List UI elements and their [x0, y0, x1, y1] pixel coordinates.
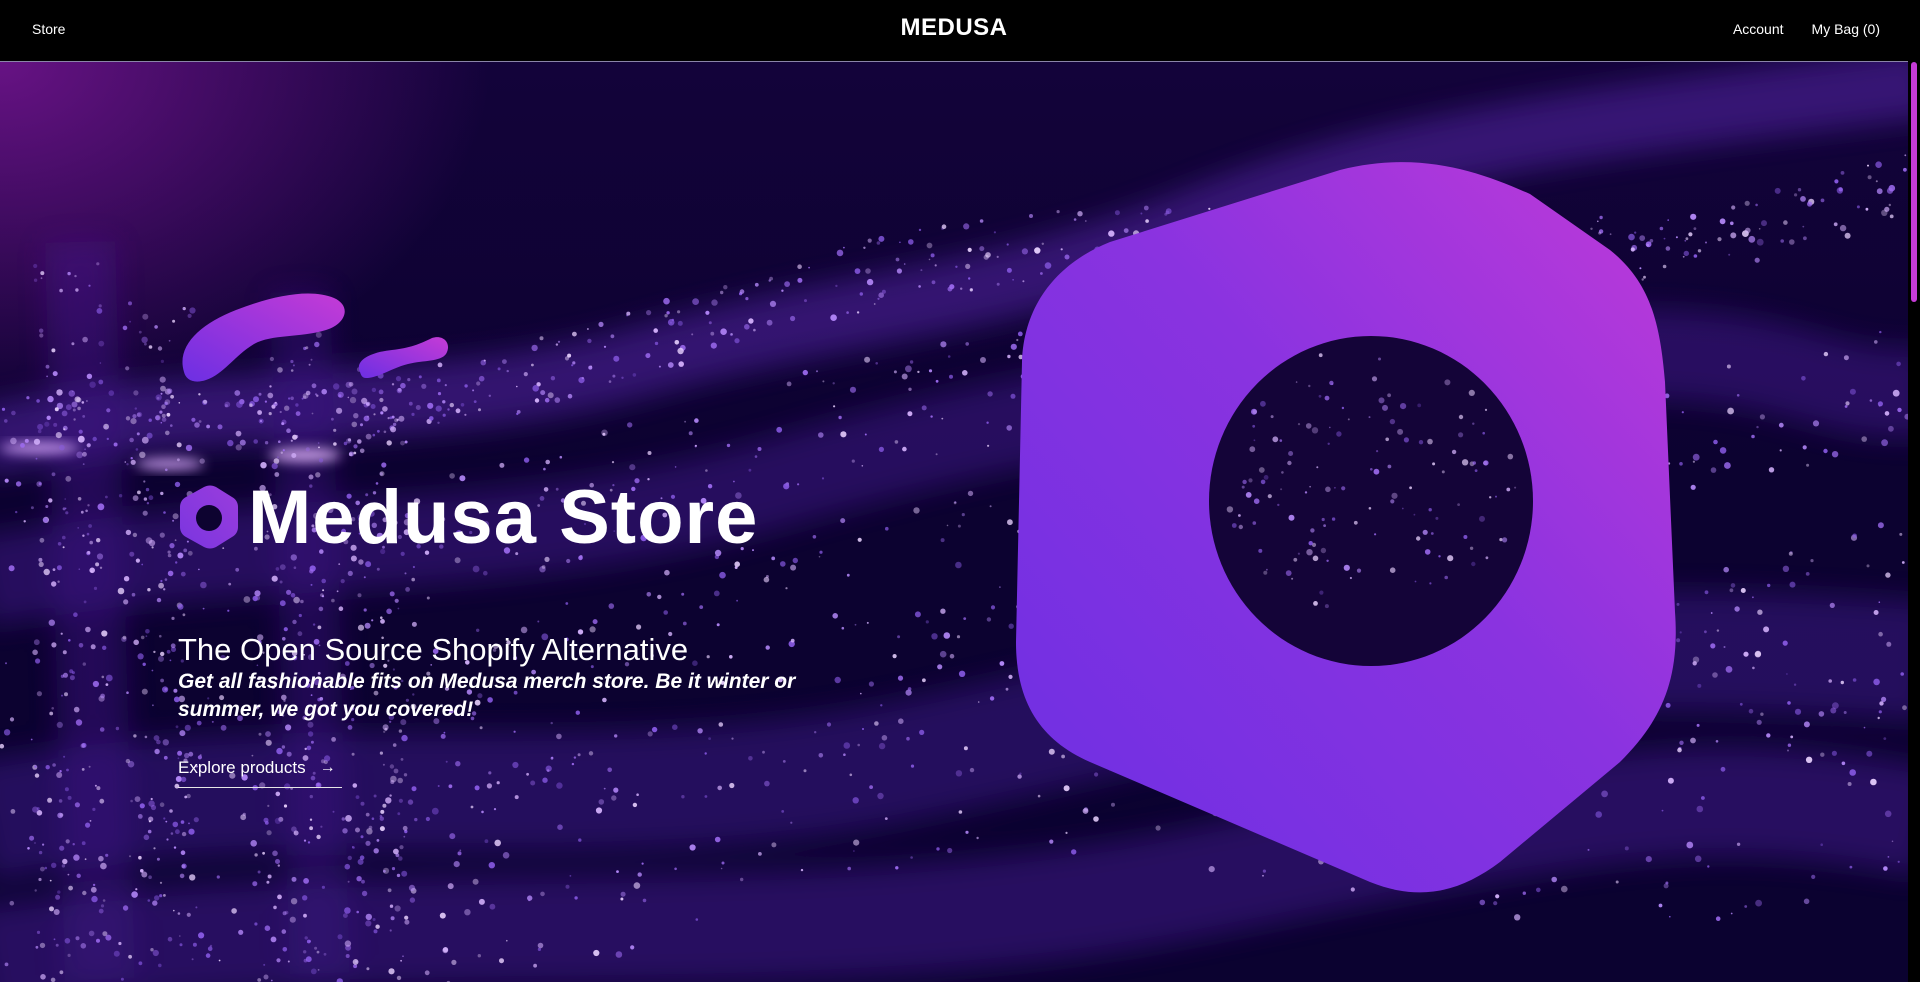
hero-title: Medusa Store: [248, 475, 759, 560]
hero-description: Get all fashionable fits on Medusa merch…: [178, 670, 796, 721]
medusa-hexagon-graphic: [1016, 162, 1676, 893]
medusa-logo-icon: [180, 485, 238, 549]
hero-logo-row: Medusa Store: [178, 480, 758, 556]
site-header: Store MEDUSA Account My Bag (0): [0, 0, 1908, 62]
brand-logo[interactable]: MEDUSA: [0, 14, 1908, 42]
arrow-right-icon: →: [319, 759, 336, 776]
nav-right: Account My Bag (0): [1733, 21, 1880, 37]
hero-section: Medusa Store The Open Source Shopify Alt…: [0, 62, 1908, 982]
explore-products-link[interactable]: Explore products →: [178, 758, 342, 788]
explore-products-label: Explore products: [178, 758, 306, 777]
nav-account-link[interactable]: Account: [1733, 21, 1784, 37]
scrollbar-thumb[interactable]: [1911, 62, 1917, 302]
hero-subtitle: The Open Source Shopify Alternative: [178, 632, 689, 667]
page-scrollbar[interactable]: [1908, 0, 1920, 982]
nav-bag-link[interactable]: My Bag (0): [1812, 21, 1880, 37]
